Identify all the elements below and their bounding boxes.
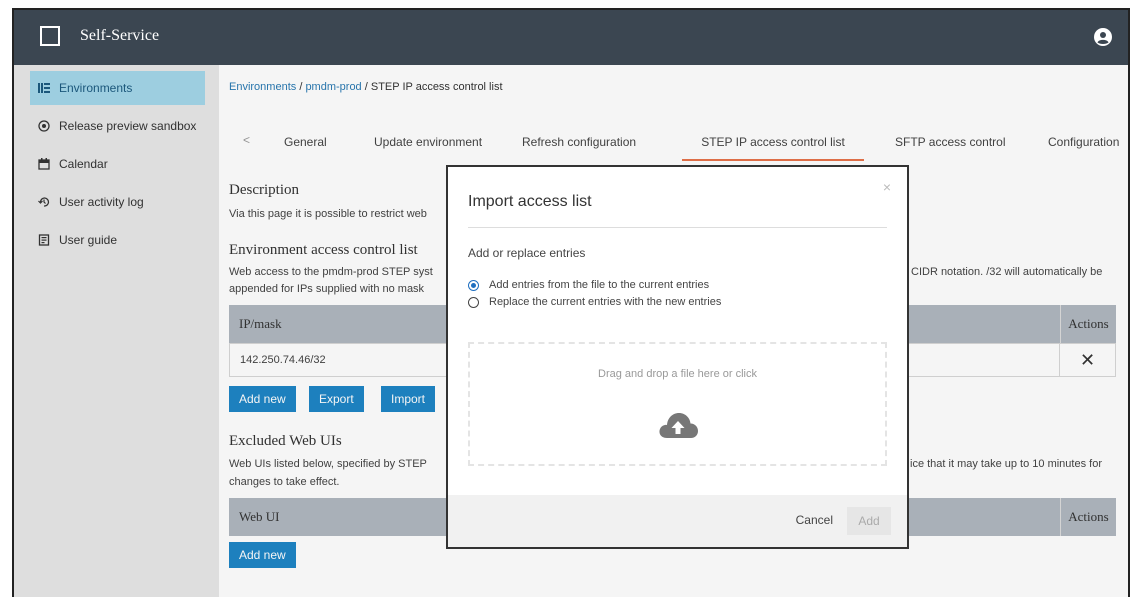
app-window: Self-Service Environments Release previe…: [12, 8, 1130, 597]
top-bar: Self-Service: [14, 10, 1128, 65]
user-circle-icon[interactable]: [1094, 28, 1112, 46]
divider: [468, 227, 887, 228]
dialog-title: Import access list: [468, 193, 592, 210]
square-outline-icon[interactable]: [40, 26, 60, 46]
import-access-list-dialog: × Import access list Add or replace entr…: [446, 165, 909, 549]
dialog-footer: Cancel Add: [448, 495, 907, 547]
file-dropzone[interactable]: Drag and drop a file here or click: [468, 342, 887, 466]
add-button[interactable]: Add: [847, 507, 891, 535]
radio-button[interactable]: [468, 296, 479, 308]
option-label: Add entries from the file to the current…: [489, 279, 710, 291]
cloud-upload-icon: [658, 413, 698, 438]
dropzone-text: Drag and drop a file here or click: [598, 368, 757, 380]
option-label: Replace the current entries with the new…: [489, 296, 722, 308]
radio-button-checked[interactable]: [468, 279, 479, 291]
app-title: Self-Service: [80, 27, 160, 44]
close-icon[interactable]: ×: [883, 179, 891, 195]
cancel-button[interactable]: Cancel: [796, 513, 833, 527]
option-add-entries[interactable]: Add entries from the file to the current…: [468, 279, 709, 291]
dialog-subtitle: Add or replace entries: [468, 246, 586, 260]
option-replace-entries[interactable]: Replace the current entries with the new…: [468, 296, 721, 308]
